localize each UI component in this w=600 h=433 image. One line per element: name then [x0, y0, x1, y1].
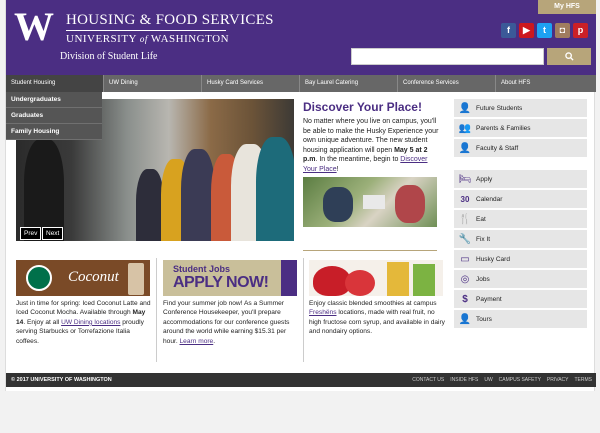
- nav-uw-dining[interactable]: UW Dining: [104, 75, 202, 92]
- link-faculty-staff[interactable]: 👤 Faculty & Staff: [454, 139, 587, 157]
- social-links: f ▶ t ◘ p: [501, 23, 588, 38]
- smoothie-promo-banner[interactable]: [309, 260, 443, 296]
- freshens-link[interactable]: Freshëns: [309, 309, 337, 316]
- facebook-icon[interactable]: f: [501, 23, 516, 38]
- link-jobs[interactable]: ◎ Jobs: [454, 270, 587, 288]
- uw-dining-link[interactable]: UW Dining locations: [61, 319, 120, 326]
- nav-husky-card[interactable]: Husky Card Services: [202, 75, 300, 92]
- footer-link-campus-safety[interactable]: CAMPUS SAFETY: [499, 373, 541, 387]
- footer-link-terms[interactable]: TERMS: [575, 373, 593, 387]
- column-divider: [156, 258, 157, 362]
- link-eat[interactable]: 🍴 Eat: [454, 210, 587, 228]
- learn-more-link[interactable]: Learn more: [180, 338, 214, 345]
- staff-icon: 👤: [458, 142, 472, 154]
- smoothie-glass: [413, 264, 435, 296]
- university-name: UNIVERSITY of WASHINGTON: [66, 33, 230, 45]
- link-calendar[interactable]: 30 Calendar: [454, 190, 587, 208]
- column-divider: [303, 258, 304, 362]
- site-header: W HOUSING & FOOD SERVICES UNIVERSITY of …: [6, 0, 596, 75]
- smoothie-glass: [387, 262, 409, 296]
- link-parents-families[interactable]: 👥 Parents & Families: [454, 119, 587, 137]
- footer-link-contact-us[interactable]: CONTACT US: [412, 373, 444, 387]
- photo-laptop: [363, 195, 385, 209]
- main-nav: Student Housing UW Dining Husky Card Ser…: [6, 75, 596, 92]
- link-future-students[interactable]: 👤 Future Students: [454, 99, 587, 117]
- site-title[interactable]: HOUSING & FOOD SERVICES: [66, 12, 274, 29]
- footer-link-privacy[interactable]: PRIVACY: [547, 373, 569, 387]
- search-button[interactable]: [547, 48, 591, 65]
- pinterest-icon[interactable]: p: [573, 23, 588, 38]
- coconut-promo-banner[interactable]: Coconut: [16, 260, 150, 296]
- search-icon: [564, 52, 574, 61]
- student-jobs-heading: Student Jobs: [173, 264, 231, 274]
- coconut-banner-text: Coconut: [68, 269, 119, 285]
- title-divider: [66, 30, 226, 31]
- search-input[interactable]: [351, 48, 544, 65]
- dropdown-item-graduates[interactable]: Graduates: [6, 108, 102, 124]
- instagram-icon[interactable]: ◘: [555, 23, 570, 38]
- student-jobs-text: Find your summer job now! As a Summer Co…: [163, 300, 290, 345]
- dropdown-item-undergraduates[interactable]: Undergraduates: [6, 92, 102, 108]
- student-jobs-banner[interactable]: Student Jobs APPLY NOW!: [163, 260, 297, 296]
- division-name: Division of Student Life: [60, 51, 158, 62]
- wrench-icon: 🔧: [458, 233, 472, 245]
- my-hfs-button[interactable]: My HFS: [538, 0, 596, 14]
- utensils-icon: 🍴: [458, 213, 472, 225]
- link-payment[interactable]: $ Payment: [454, 290, 587, 308]
- nav-student-housing[interactable]: Student Housing: [6, 75, 104, 92]
- link-tours[interactable]: 👤 Tours: [454, 310, 587, 328]
- strawberry-image: [345, 270, 375, 296]
- link-husky-card[interactable]: ▭ Husky Card: [454, 250, 587, 268]
- target-icon: ◎: [460, 273, 470, 285]
- youtube-icon[interactable]: ▶: [519, 23, 534, 38]
- hero-prev-button[interactable]: Prev: [20, 227, 42, 240]
- twitter-icon[interactable]: t: [537, 23, 552, 38]
- uw-logo[interactable]: W: [14, 7, 60, 47]
- quick-links: 🛏 Apply 30 Calendar 🍴 Eat 🔧 Fix It ▭ Husky Ca…: [454, 170, 587, 330]
- calendar-icon: 30: [460, 194, 470, 204]
- hero-figure: [24, 139, 64, 241]
- bed-icon: 🛏: [458, 173, 472, 185]
- drink-cup: [128, 263, 144, 295]
- coconut-promo-text: Just in time for spring: Iced Coconut La…: [16, 300, 151, 345]
- smoothie-promo-text: Enjoy classic blended smoothies at campu…: [309, 300, 445, 336]
- hero-figure: [136, 169, 164, 241]
- site-footer: © 2017 UNIVERSITY OF WASHINGTON CONTACT …: [6, 373, 596, 387]
- discover-heading: Discover Your Place!: [303, 100, 422, 114]
- discover-text: No matter where you live on campus, you'…: [303, 118, 439, 173]
- hero-figure: [181, 149, 215, 241]
- hero-figure: [256, 137, 294, 241]
- hero-next-button[interactable]: Next: [42, 227, 64, 240]
- apply-now-text: APPLY NOW!: [173, 274, 269, 291]
- nav-about-hfs[interactable]: About HFS: [496, 75, 596, 92]
- link-fix-it[interactable]: 🔧 Fix It: [454, 230, 587, 248]
- banner-stripe: [281, 260, 297, 296]
- family-icon: 👥: [458, 122, 472, 134]
- copyright: © 2017 UNIVERSITY OF WASHINGTON: [11, 377, 112, 383]
- dollar-icon: $: [462, 293, 468, 305]
- link-apply[interactable]: 🛏 Apply: [454, 170, 587, 188]
- starbucks-logo: [26, 265, 52, 291]
- person-walk-icon: 👤: [458, 313, 472, 325]
- nav-conference[interactable]: Conference Services: [398, 75, 496, 92]
- page: W HOUSING & FOOD SERVICES UNIVERSITY of …: [5, 0, 596, 391]
- photo-student: [323, 187, 353, 222]
- photo-student: [395, 185, 425, 223]
- audience-links: 👤 Future Students 👥 Parents & Families 👤 Fa…: [454, 99, 587, 159]
- footer-link-uw[interactable]: UW: [484, 373, 492, 387]
- discover-photo[interactable]: [303, 177, 437, 227]
- footer-link-inside-hfs[interactable]: INSIDE HFS: [450, 373, 478, 387]
- card-icon: ▭: [460, 253, 470, 265]
- dropdown-item-family-housing[interactable]: Family Housing: [6, 124, 102, 140]
- nav-bay-laurel[interactable]: Bay Laurel Catering: [300, 75, 398, 92]
- person-icon: 👤: [458, 102, 472, 114]
- footer-links: CONTACT US INSIDE HFS UW CAMPUS SAFETY P…: [412, 373, 592, 387]
- housing-dropdown: Undergraduates Graduates Family Housing: [6, 92, 102, 140]
- content-divider: [303, 250, 437, 251]
